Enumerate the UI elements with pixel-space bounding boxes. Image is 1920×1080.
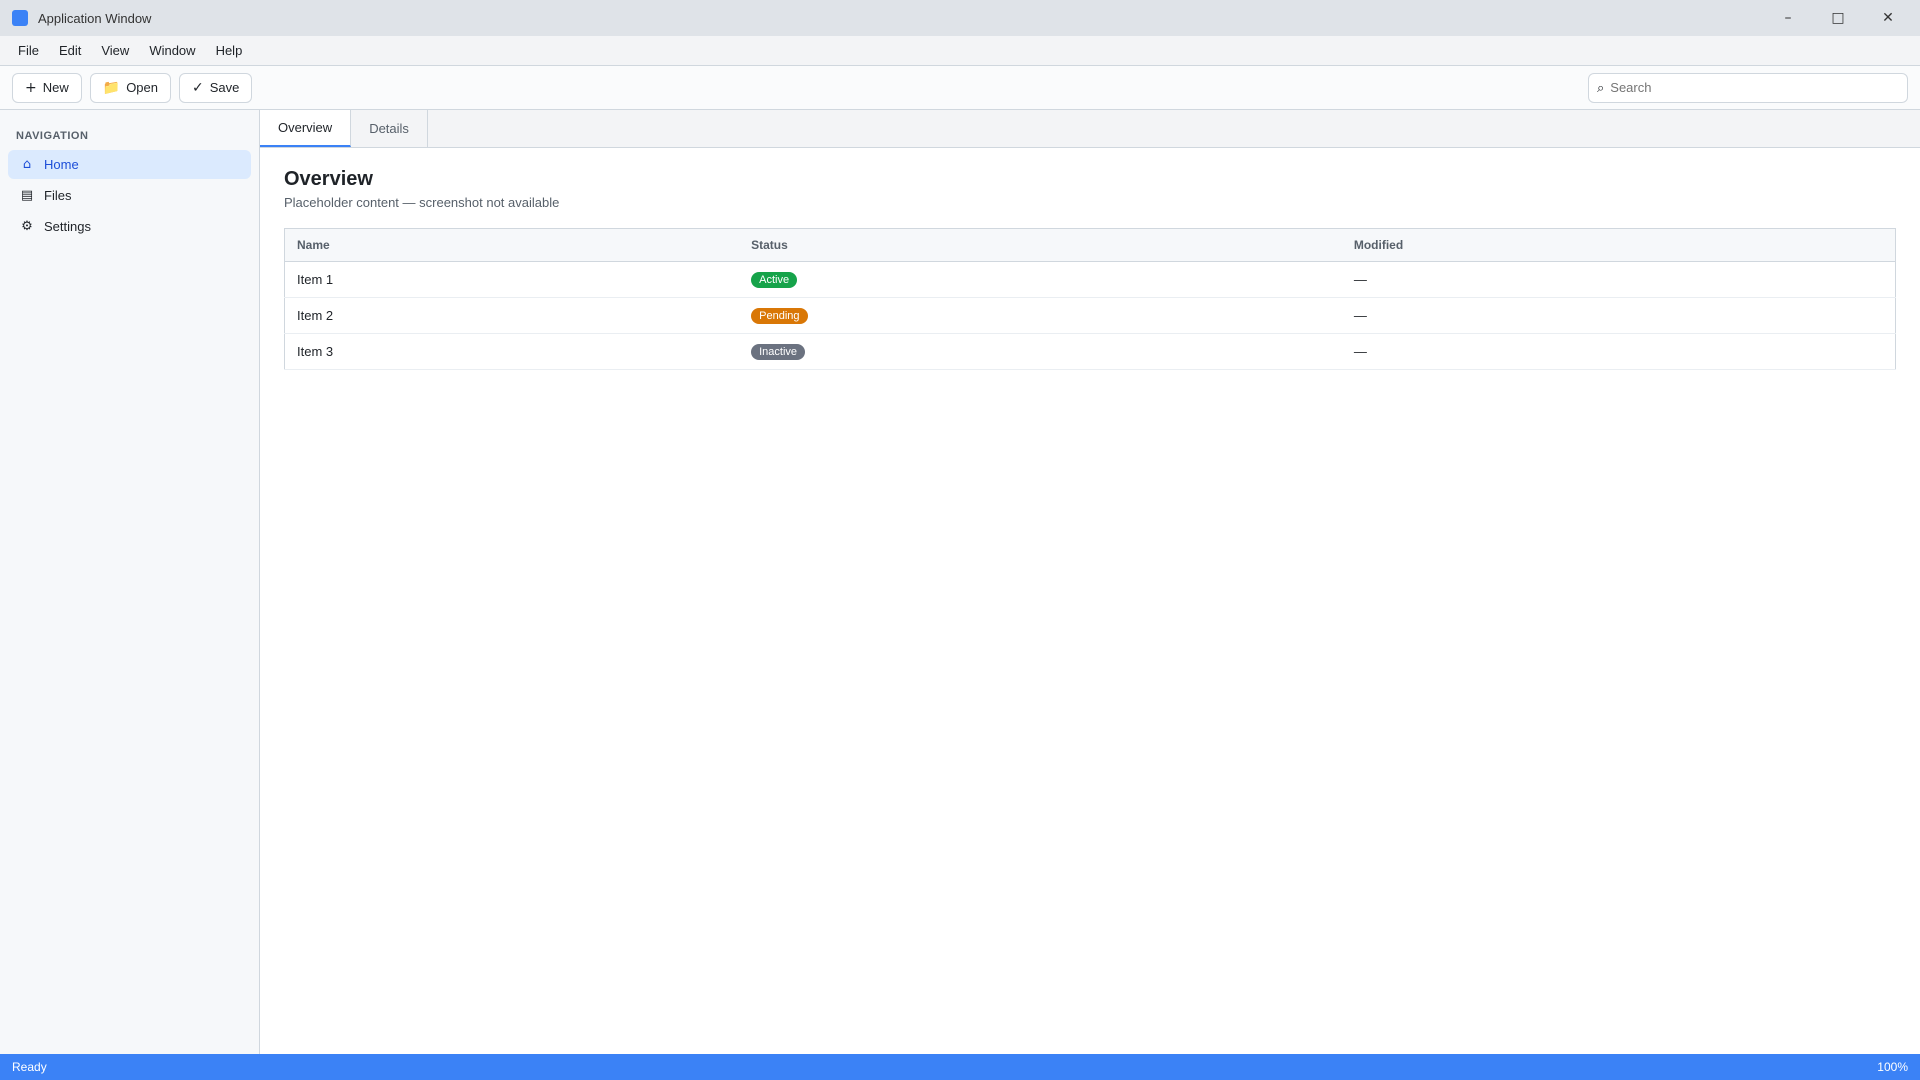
- column-header[interactable]: Name: [284, 228, 740, 262]
- table-row[interactable]: Item 1 Active —: [284, 261, 1896, 298]
- folder-icon: 📁: [102, 79, 121, 96]
- open-button[interactable]: 📁 Open: [89, 72, 171, 103]
- column-header[interactable]: Status: [739, 228, 1342, 262]
- workspace: Navigation ⌂ Home ▤ Files ⚙ Settings Ove…: [0, 110, 1920, 1054]
- maximize-icon[interactable]: □: [1818, 0, 1858, 36]
- cell-modified: —: [1341, 333, 1896, 370]
- main-panel: Overview Details Overview Placeholder co…: [260, 110, 1920, 1054]
- window-title: Application Window: [38, 10, 152, 26]
- app-window: Application Window – □ ✕ File Edit View …: [0, 0, 1920, 1080]
- menu-view[interactable]: View: [91, 39, 139, 62]
- data-table: Name Status Modified Item 1 Active — Ite…: [284, 228, 1896, 370]
- cell-status: Inactive: [739, 333, 1342, 370]
- status-bar: Ready 100%: [0, 1054, 1920, 1080]
- cell-name: Item 2: [284, 297, 740, 334]
- save-button-label: Save: [209, 80, 240, 95]
- cell-status: Active: [739, 261, 1342, 298]
- save-button[interactable]: ✓ Save: [179, 72, 253, 103]
- table-header-row: Name Status Modified: [284, 228, 1896, 262]
- save-icon: ✓: [192, 79, 204, 96]
- page-subtitle: Placeholder content — screenshot not ava…: [284, 195, 560, 210]
- cell-name: Item 3: [284, 333, 740, 370]
- home-icon: ⌂: [22, 157, 32, 172]
- open-button-label: Open: [126, 80, 158, 95]
- search-box[interactable]: ⌕: [1588, 72, 1908, 103]
- cell-modified: —: [1341, 297, 1896, 334]
- menu-window[interactable]: Window: [139, 39, 205, 62]
- column-header[interactable]: Modified: [1341, 228, 1896, 262]
- sidebar-item-label: Files: [44, 188, 72, 203]
- cell-status: Pending: [739, 297, 1342, 334]
- menu-file[interactable]: File: [8, 39, 49, 62]
- status-text: Ready: [12, 1060, 47, 1074]
- close-icon[interactable]: ✕: [1868, 0, 1908, 36]
- status-badge: Inactive: [751, 344, 806, 360]
- zoom-level[interactable]: 100%: [1877, 1060, 1908, 1074]
- sidebar-item-label: Home: [44, 157, 79, 172]
- title-bar: Application Window – □ ✕: [0, 0, 1920, 36]
- sidebar-item-label: Settings: [44, 219, 91, 234]
- content-area: Overview Placeholder content — screensho…: [260, 148, 1920, 1054]
- sidebar-item-settings[interactable]: ⚙ Settings: [8, 212, 251, 241]
- new-button[interactable]: + New: [12, 72, 82, 103]
- sidebar-item-files[interactable]: ▤ Files: [8, 181, 251, 210]
- menu-edit[interactable]: Edit: [49, 39, 91, 62]
- tab-details[interactable]: Details: [351, 110, 428, 147]
- cell-modified: —: [1341, 261, 1896, 298]
- tab-bar: Overview Details: [260, 110, 1920, 148]
- page-title: Overview: [284, 168, 373, 190]
- sidebar-heading: Navigation: [16, 130, 89, 142]
- status-badge: Active: [751, 272, 798, 288]
- plus-icon: +: [25, 79, 37, 96]
- search-icon: ⌕: [1597, 79, 1605, 95]
- toolbar: + New 📁 Open ✓ Save ⌕: [0, 66, 1920, 110]
- app-icon: [12, 10, 28, 26]
- menu-bar: File Edit View Window Help: [0, 36, 1920, 66]
- search-input[interactable]: [1610, 80, 1899, 95]
- cell-name: Item 1: [284, 261, 740, 298]
- new-button-label: New: [42, 80, 69, 95]
- minimize-icon[interactable]: –: [1768, 0, 1808, 36]
- menu-help[interactable]: Help: [206, 39, 253, 62]
- status-badge: Pending: [751, 308, 808, 324]
- sidebar-item-home[interactable]: ⌂ Home: [8, 150, 251, 179]
- files-icon: ▤: [20, 188, 34, 203]
- tab-overview[interactable]: Overview: [260, 110, 352, 147]
- sidebar: Navigation ⌂ Home ▤ Files ⚙ Settings: [0, 110, 260, 1054]
- gear-icon: ⚙: [21, 219, 33, 234]
- table-row[interactable]: Item 3 Inactive —: [284, 333, 1896, 370]
- table-row[interactable]: Item 2 Pending —: [284, 297, 1896, 334]
